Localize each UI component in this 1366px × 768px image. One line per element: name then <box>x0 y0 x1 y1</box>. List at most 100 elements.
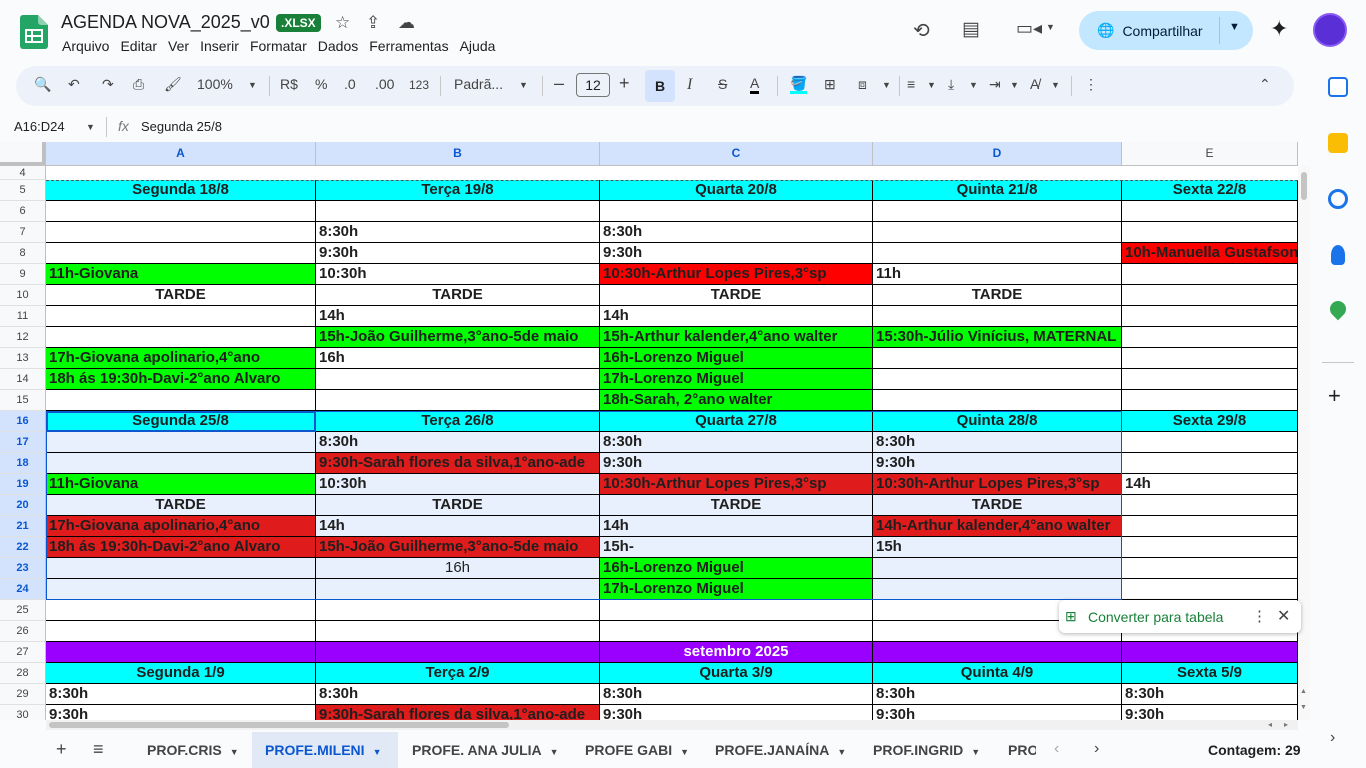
convert-table-chip[interactable]: ⊞ Converter para tabela ⋮ ✕ <box>1059 600 1301 633</box>
tasks-icon[interactable] <box>1328 189 1348 209</box>
font-select[interactable]: Padrã... <box>454 76 503 92</box>
grid-cell[interactable] <box>46 390 316 411</box>
fill-color-icon[interactable]: 🪣 <box>790 76 808 94</box>
grid-cell[interactable] <box>873 243 1122 264</box>
cell-e5[interactable]: Sexta 22/8 <box>1122 180 1298 201</box>
more-options-icon[interactable]: ⋮ <box>1084 76 1098 93</box>
increase-font-button[interactable]: + <box>619 73 630 94</box>
print-icon[interactable]: ⎙ <box>133 76 144 93</box>
grid-cell[interactable] <box>316 600 600 621</box>
grid-cell[interactable] <box>873 201 1122 222</box>
grid-cell[interactable] <box>46 327 316 348</box>
row-header[interactable]: 22 <box>0 537 46 558</box>
grid-cell[interactable] <box>46 621 316 642</box>
chevron-down-icon[interactable]: ▼ <box>519 80 528 90</box>
column-header-d[interactable]: D <box>873 142 1122 166</box>
formula-input[interactable]: Segunda 25/8 <box>141 119 222 134</box>
cloud-status-icon[interactable]: ☁ <box>398 13 415 33</box>
gemini-sparkle-icon[interactable]: ✦ <box>1270 16 1288 42</box>
spreadsheet-grid[interactable]: A B C D E 4 5 6 7 8 9 10 11 12 13 14 15 16 17 18 19 20 21 22 23 2… <box>0 142 1298 720</box>
grid-cell[interactable] <box>600 621 873 642</box>
grid-cell[interactable] <box>1122 222 1298 243</box>
sheet-tab[interactable]: PRO <box>996 732 1036 768</box>
column-header-e[interactable]: E <box>1122 142 1298 166</box>
document-title[interactable]: AGENDA NOVA_2025_v0 <box>61 12 270 33</box>
chevron-down-icon[interactable]: ▼ <box>248 80 257 90</box>
cell-a9[interactable]: 11h-Giovana <box>46 264 316 285</box>
convert-table-label[interactable]: Converter para tabela <box>1088 609 1223 625</box>
grid-cell[interactable] <box>873 348 1122 369</box>
cell-e8[interactable]: 10h-Manuella Gustafson <box>1122 243 1298 264</box>
tab-scroll-right-icon[interactable]: › <box>1094 740 1099 758</box>
sheet-tab[interactable]: PROF.CRIS ▼ <box>134 732 250 768</box>
cell-b9[interactable]: 10:30h <box>316 264 600 285</box>
cell-c27[interactable]: setembro 2025 <box>600 642 873 663</box>
sheets-logo-icon[interactable] <box>20 15 48 49</box>
grid-cell[interactable] <box>1122 369 1298 390</box>
row-header[interactable]: 11 <box>0 306 46 327</box>
grid-cell[interactable] <box>873 369 1122 390</box>
cell-d12[interactable]: 15:30h-Júlio Vinícius, MATERNAL <box>873 327 1122 348</box>
strikethrough-icon[interactable]: S <box>718 76 727 92</box>
calendar-icon[interactable] <box>1328 77 1348 97</box>
zoom-select[interactable]: 100% <box>197 76 233 92</box>
row-header[interactable]: 26 <box>0 621 46 642</box>
bold-button[interactable]: B <box>645 70 675 102</box>
search-icon[interactable]: 🔍 <box>34 76 51 93</box>
scroll-thumb[interactable] <box>1301 172 1307 200</box>
cell-c5[interactable]: Quarta 20/8 <box>600 180 873 201</box>
avatar[interactable] <box>1313 13 1347 47</box>
vertical-scrollbar[interactable]: ▲ ▼ <box>1298 166 1310 720</box>
cell-d10[interactable]: TARDE <box>873 285 1122 306</box>
chevron-down-icon[interactable]: ▼ <box>373 747 382 757</box>
grid-cell[interactable] <box>46 600 316 621</box>
tab-scroll-left-icon[interactable]: ‹ <box>1054 740 1059 758</box>
cell-b10[interactable]: TARDE <box>316 285 600 306</box>
grid-cell[interactable] <box>46 243 316 264</box>
grid-cell[interactable] <box>1122 432 1298 453</box>
row-header[interactable]: 15 <box>0 390 46 411</box>
contacts-icon[interactable] <box>1331 245 1345 265</box>
cell-c15[interactable]: 18h-Sarah, 2°ano walter <box>600 390 873 411</box>
cell-a5[interactable]: Segunda 18/8 <box>46 180 316 201</box>
cell-d5[interactable]: Quinta 21/8 <box>873 180 1122 201</box>
cell-d29[interactable]: 8:30h <box>873 684 1122 705</box>
chevron-down-icon[interactable]: ▼ <box>882 80 891 90</box>
share-button[interactable]: 🌐 Compartilhar ▼ <box>1079 11 1253 50</box>
italic-icon[interactable]: I <box>687 76 692 94</box>
share-main[interactable]: 🌐 Compartilhar <box>1079 11 1219 50</box>
cell-a27[interactable] <box>46 642 316 663</box>
grid-cell[interactable] <box>1122 201 1298 222</box>
more-options-icon[interactable]: ⋮ <box>1252 607 1267 625</box>
expand-panel-icon[interactable]: › <box>1330 729 1335 747</box>
row-header[interactable]: 28 <box>0 663 46 684</box>
grid-cell[interactable] <box>1122 579 1298 600</box>
chevron-down-icon[interactable]: ▼ <box>927 80 936 90</box>
grid-cell[interactable] <box>46 306 316 327</box>
chevron-down-icon[interactable]: ▼ <box>1046 22 1055 32</box>
cell-e30[interactable]: 9:30h <box>1122 705 1298 720</box>
chevron-down-icon[interactable]: ▼ <box>971 747 980 757</box>
cell-e19[interactable]: 14h <box>1122 474 1298 495</box>
cell-c28[interactable]: Quarta 3/9 <box>600 663 873 684</box>
more-formats-button[interactable]: 123 <box>409 78 429 92</box>
cell-c8[interactable]: 9:30h <box>600 243 873 264</box>
cell-c12[interactable]: 15h-Arthur kalender,4°ano walter <box>600 327 873 348</box>
chevron-down-icon[interactable]: ▼ <box>550 747 559 757</box>
cell-c7[interactable]: 8:30h <box>600 222 873 243</box>
grid-cell[interactable] <box>873 390 1122 411</box>
horizontal-scrollbar[interactable]: ◂ ▸ <box>46 720 1298 730</box>
cell-d28[interactable]: Quinta 4/9 <box>873 663 1122 684</box>
text-color-icon[interactable]: A <box>750 76 760 94</box>
text-rotation-icon[interactable]: A̸ <box>1030 76 1039 92</box>
menu-arquivo[interactable]: Arquivo <box>62 38 109 54</box>
share-dropdown-icon[interactable]: ▼ <box>1229 21 1240 33</box>
menu-ferramentas[interactable]: Ferramentas <box>369 38 448 54</box>
font-size-input[interactable]: 12 <box>576 73 610 97</box>
row-header[interactable]: 6 <box>0 201 46 222</box>
row-header[interactable]: 10 <box>0 285 46 306</box>
maps-icon[interactable] <box>1326 297 1350 321</box>
column-header-b[interactable]: B <box>316 142 600 166</box>
row-header[interactable]: 9 <box>0 264 46 285</box>
grid-cell[interactable] <box>1122 327 1298 348</box>
